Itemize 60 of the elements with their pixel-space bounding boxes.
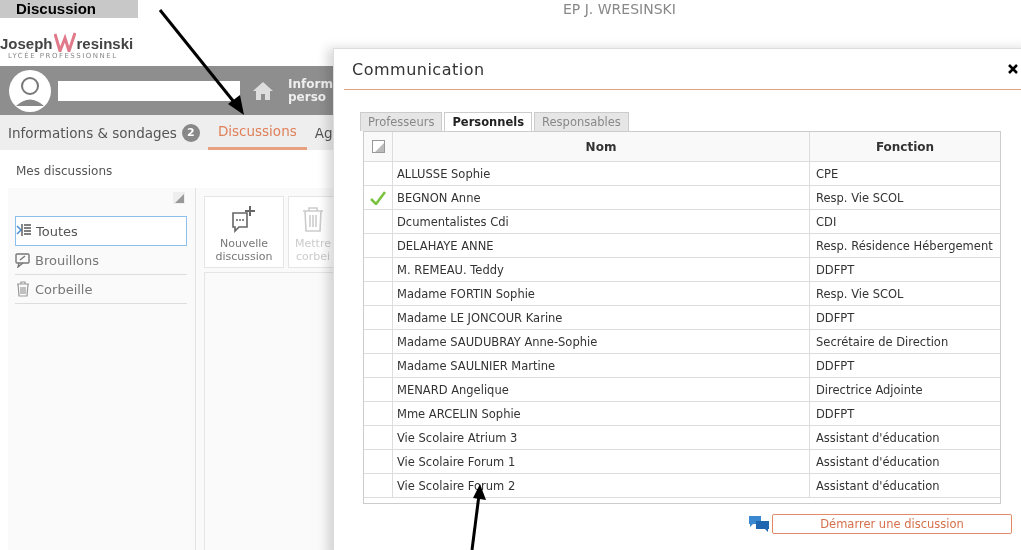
logo-mark-icon [53, 32, 76, 52]
table-cell: Dcumentalistes Cdi [397, 214, 509, 229]
logo-text: Joseph [0, 35, 53, 52]
close-icon [1008, 64, 1018, 74]
count-badge: 2 [181, 123, 200, 142]
home-link[interactable]: Inform perso [288, 77, 333, 104]
table-cell: Resp. Vie SCOL [816, 191, 904, 204]
start-discussion-button[interactable]: Démarrer une discussion [772, 514, 1012, 534]
tab[interactable]: Responsables [534, 112, 629, 131]
table-cell: DELAHAYE ANNE [397, 238, 494, 253]
table-cell: DDFPT [816, 263, 855, 276]
table-cell: Assistant d'éducation [816, 431, 940, 444]
section-title: Mes discussions [15, 163, 114, 180]
new-message-icon [231, 205, 257, 233]
nav-tab[interactable]: Discussions [207, 115, 307, 150]
table-cell: DDFPT [816, 311, 855, 324]
table-cell: Resp. Résidence Hébergement [816, 239, 993, 252]
trash-icon [300, 205, 326, 233]
user-name-field[interactable] [58, 80, 240, 101]
chat-bubble-icon [15, 252, 31, 268]
list-icon [16, 223, 32, 239]
table-cell: Resp. Vie SCOL [816, 287, 904, 300]
tab[interactable]: Professeurs [360, 112, 443, 131]
folder-item[interactable]: Brouillons [15, 246, 187, 275]
table-cell: DDFPT [816, 407, 855, 420]
table-cell: Madame LE JONCOUR Karine [397, 310, 563, 325]
toolbar-button[interactable]: Nouvelle discussion [204, 196, 284, 268]
table-cell: Secrétaire de Direction [816, 335, 949, 348]
column-header: Fonction [874, 138, 936, 156]
dialog-title: Communication [352, 59, 485, 79]
table-cell: Directrice Adjointe [816, 383, 923, 396]
table-cell: Mme ARCELIN Sophie [397, 406, 521, 421]
table-cell: MENARD Angelique [397, 382, 509, 397]
table-cell: Vie Scolaire Forum 1 [397, 454, 516, 469]
nav-tab[interactable]: Informations & sondages 2 [0, 115, 208, 150]
table-cell: M. REMEAU. Teddy [397, 262, 504, 277]
tab[interactable]: Personnels [444, 112, 533, 131]
table-cell: Vie Scolaire Atrium 3 [397, 430, 518, 445]
collapse-icon [173, 192, 185, 204]
folder-item[interactable]: Corbeille [15, 275, 187, 304]
table-cell: ALLUSSE Sophie [397, 166, 491, 181]
table-cell: DDFPT [816, 359, 855, 372]
table-cell: CPE [816, 167, 839, 180]
column-header: Nom [393, 132, 810, 161]
chat-bubbles-icon [748, 515, 770, 533]
table-cell: BEGNON Anne [397, 190, 481, 205]
trash-icon [15, 281, 31, 297]
annotation-label: Discussion [15, 0, 97, 18]
home-icon [252, 80, 274, 101]
table-cell: CDI [816, 215, 837, 228]
folder-item[interactable]: Toutes [15, 216, 187, 246]
table-cell: Vie Scolaire Forum 2 [397, 478, 516, 493]
select-all-checkbox-icon [371, 140, 385, 153]
table-cell: Madame SAUDUBRAY Anne-Sophie [397, 334, 598, 349]
table-cell: Madame SAULNIER Martine [397, 358, 556, 373]
school-title: EP J. WRESINSKI [563, 0, 676, 18]
table-cell: Assistant d'éducation [816, 479, 940, 492]
logo-text: resinski [76, 35, 134, 52]
table-cell: Madame FORTIN Sophie [397, 286, 535, 301]
table-cell: Assistant d'éducation [816, 455, 940, 468]
